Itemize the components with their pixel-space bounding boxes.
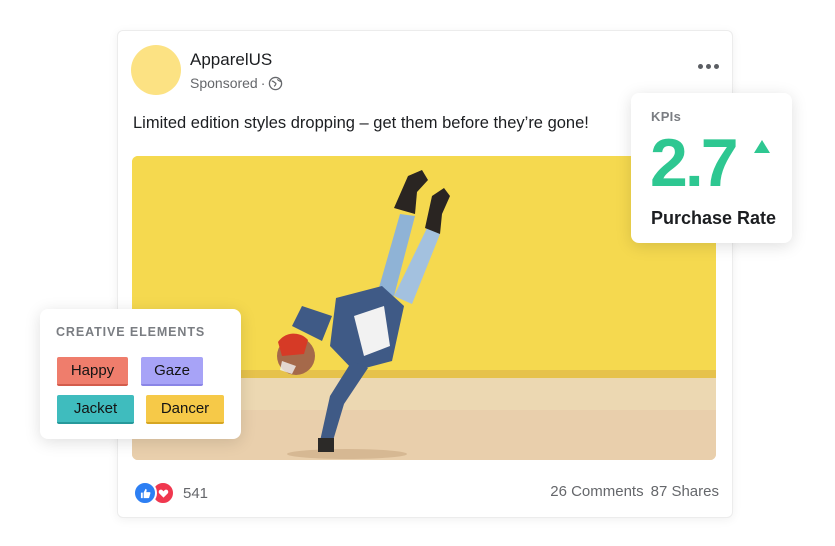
- kpi-label: KPIs: [651, 109, 682, 124]
- brand-name[interactable]: ApparelUS: [190, 50, 272, 70]
- creative-elements-card: CREATIVE ELEMENTS Happy Gaze Jacket Danc…: [40, 309, 241, 439]
- tag-gaze[interactable]: Gaze: [141, 357, 203, 386]
- tag-happy[interactable]: Happy: [57, 357, 128, 386]
- like-icon: [133, 481, 157, 505]
- globe-icon: [268, 76, 283, 91]
- sponsored-label: Sponsored: [190, 75, 258, 91]
- kpi-card: KPIs 2.7 Purchase Rate: [631, 93, 792, 243]
- post-meta: Sponsored ·: [190, 75, 283, 91]
- reactions-summary[interactable]: 541: [133, 481, 208, 505]
- engagement-stats: 26 Comments 87 Shares: [550, 483, 719, 500]
- creative-elements-title: CREATIVE ELEMENTS: [56, 325, 206, 339]
- comments-count[interactable]: 26 Comments: [550, 483, 643, 500]
- trend-up-icon: [754, 140, 770, 153]
- post-caption: Limited edition styles dropping – get th…: [133, 114, 589, 132]
- kpi-metric-name: Purchase Rate: [651, 208, 777, 228]
- kpi-value: 2.7: [650, 125, 739, 201]
- shares-count[interactable]: 87 Shares: [651, 483, 719, 500]
- reaction-count: 541: [183, 484, 209, 502]
- tag-dancer[interactable]: Dancer: [146, 395, 224, 424]
- meta-separator: ·: [260, 75, 266, 91]
- more-options-icon[interactable]: [698, 61, 720, 71]
- brand-avatar[interactable]: [131, 45, 181, 95]
- tag-jacket[interactable]: Jacket: [57, 395, 134, 424]
